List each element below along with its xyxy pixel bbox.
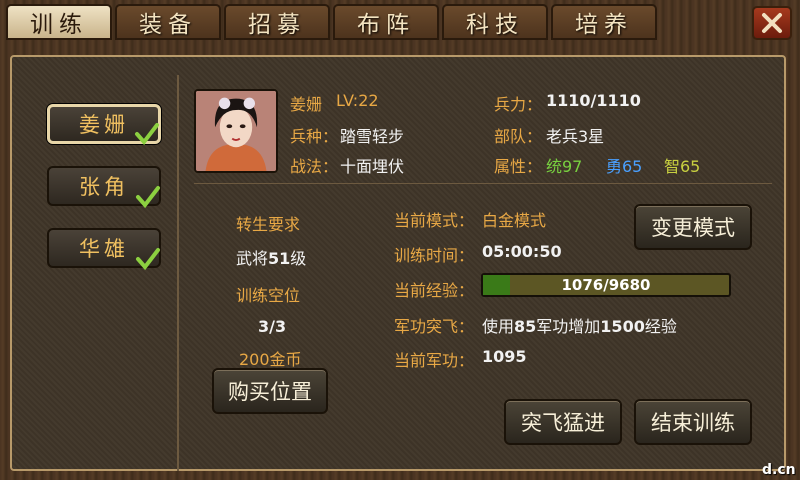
change-mode-button[interactable]: 变更模式 bbox=[634, 204, 752, 250]
slots-value: 3/3 bbox=[258, 317, 287, 336]
general-portrait-image bbox=[196, 91, 276, 171]
hero-name: 姜姗 bbox=[79, 113, 129, 137]
attribute-label: 属性： bbox=[494, 157, 543, 176]
panel-divider bbox=[177, 75, 179, 471]
troop-type-value: 踏雪轻步 bbox=[340, 127, 405, 146]
requirement-level: 51 bbox=[268, 249, 291, 268]
tactic-value: 十面埋伏 bbox=[340, 157, 405, 176]
rebirth-requirement: 武将51级 bbox=[236, 245, 306, 269]
tab-train[interactable]: 训练 bbox=[6, 4, 112, 40]
strength-value: 1110/1110 bbox=[546, 91, 641, 110]
mode-label: 当前模式： bbox=[394, 211, 475, 230]
attr-intellect: 智65 bbox=[664, 157, 701, 176]
breakthrough-merit: 85 bbox=[514, 317, 537, 336]
breakthrough-text: 军功增加 bbox=[536, 317, 601, 336]
general-level: LV:22 bbox=[336, 91, 379, 110]
requirement-suffix: 级 bbox=[290, 249, 307, 268]
tab-cultivate[interactable]: 培养 bbox=[551, 4, 657, 40]
breakthrough-description: 使用85军功增加1500经验 bbox=[482, 313, 677, 337]
requirement-prefix: 武将 bbox=[236, 249, 269, 268]
close-icon bbox=[762, 13, 782, 33]
general-portrait[interactable] bbox=[194, 89, 278, 173]
rebirth-title: 转生要求 bbox=[236, 215, 301, 234]
merit-label: 当前军功： bbox=[394, 351, 475, 370]
hero-item-jiangshan[interactable]: 姜姗 bbox=[47, 104, 161, 146]
close-button[interactable] bbox=[752, 6, 792, 40]
tab-equipment[interactable]: 装备 bbox=[115, 4, 221, 40]
breakthrough-button[interactable]: 突飞猛进 bbox=[504, 399, 622, 445]
unit-label: 部队： bbox=[494, 127, 543, 146]
attr-valor: 勇65 bbox=[606, 157, 643, 176]
breakthrough-exp: 1500 bbox=[600, 317, 645, 336]
check-icon bbox=[136, 248, 160, 271]
merit-value: 1095 bbox=[482, 347, 527, 366]
hero-item-huaxiong[interactable]: 华雄 bbox=[47, 228, 161, 271]
breakthrough-text: 使用 bbox=[482, 317, 515, 336]
strength-label: 兵力： bbox=[494, 95, 543, 114]
exp-progress-text: 1076/9680 bbox=[561, 276, 651, 294]
watermark: d.cn bbox=[762, 462, 796, 478]
tab-formation[interactable]: 布阵 bbox=[333, 4, 439, 40]
exp-label: 当前经验： bbox=[394, 281, 475, 300]
time-value: 05:00:50 bbox=[482, 242, 562, 261]
breakthrough-label: 军功突飞： bbox=[394, 317, 475, 336]
slots-title: 训练空位 bbox=[236, 286, 301, 305]
exp-progress-bar: 1076/9680 bbox=[481, 273, 731, 297]
check-icon bbox=[135, 123, 159, 146]
hero-name: 张角 bbox=[79, 175, 129, 199]
attr-command: 统97 bbox=[546, 157, 583, 176]
tab-recruit[interactable]: 招募 bbox=[224, 4, 330, 40]
mode-value: 白金模式 bbox=[482, 211, 547, 230]
troop-type-label: 兵种： bbox=[290, 127, 339, 146]
hero-name: 华雄 bbox=[79, 237, 129, 261]
check-icon bbox=[136, 186, 160, 209]
tab-tech[interactable]: 科技 bbox=[442, 4, 548, 40]
time-label: 训练时间： bbox=[394, 246, 475, 265]
tactic-label: 战法： bbox=[290, 157, 339, 176]
end-training-button[interactable]: 结束训练 bbox=[634, 399, 752, 445]
breakthrough-text: 经验 bbox=[644, 317, 677, 336]
tab-bar: 训练 装备 招募 布阵 科技 培养 bbox=[6, 4, 657, 42]
slot-cost: 200金币 bbox=[239, 350, 302, 369]
hero-item-zhangjiao[interactable]: 张角 bbox=[47, 166, 161, 209]
unit-value: 老兵3星 bbox=[546, 127, 605, 146]
buy-slot-button[interactable]: 购买位置 bbox=[212, 368, 328, 414]
info-divider bbox=[194, 183, 772, 184]
general-name: 姜姗 bbox=[290, 95, 323, 114]
